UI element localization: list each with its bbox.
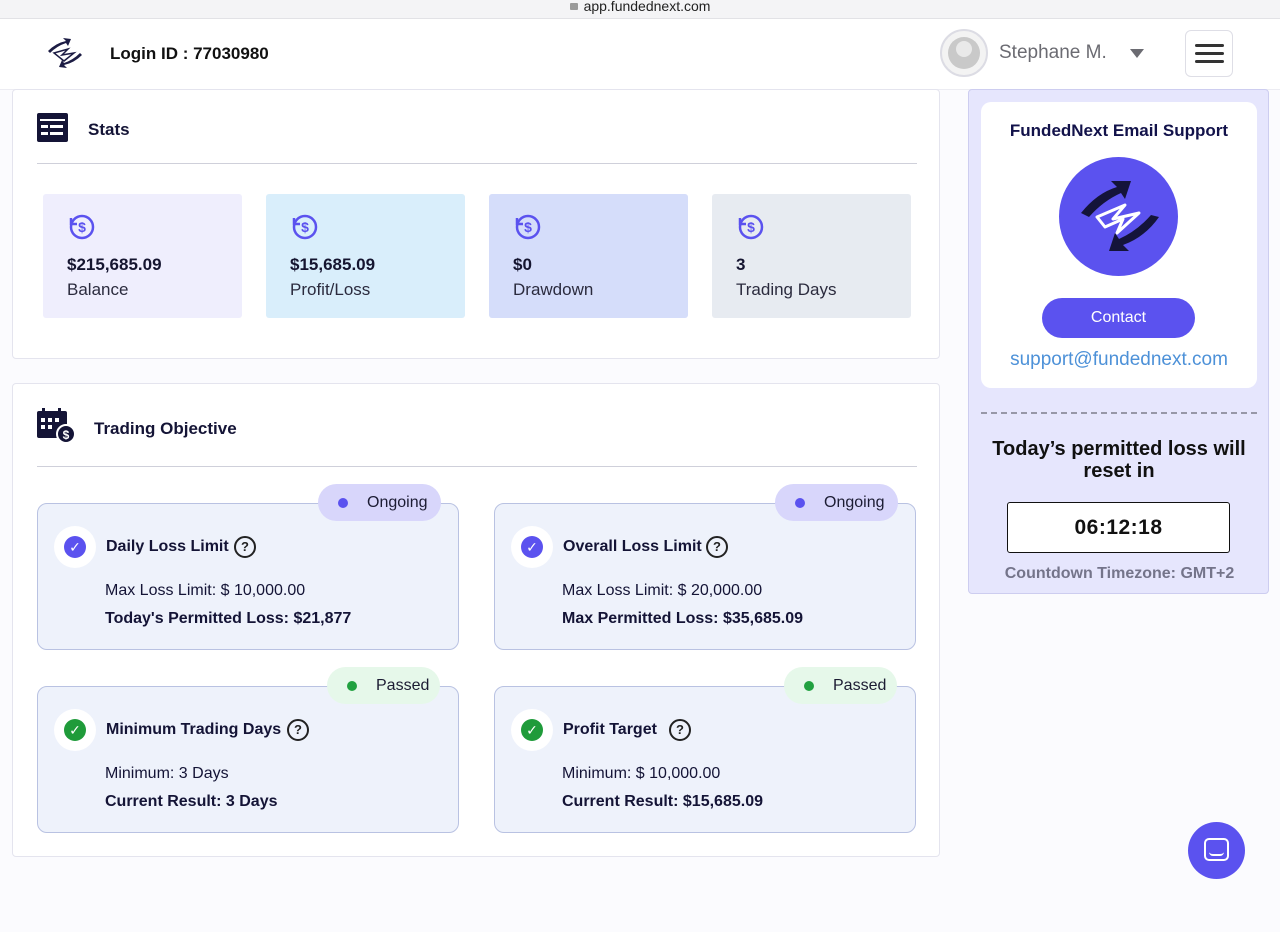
countdown-timer: 06:12:18 xyxy=(1007,502,1230,553)
check-icon: ✓ xyxy=(64,536,86,558)
divider xyxy=(37,466,917,467)
objective-title: Overall Loss Limit xyxy=(563,538,702,555)
support-title: FundedNext Email Support xyxy=(1009,121,1229,140)
url-text: app.fundednext.com xyxy=(583,0,711,14)
svg-text:$: $ xyxy=(301,219,309,235)
divider xyxy=(37,163,917,164)
help-icon[interactable]: ? xyxy=(287,719,309,741)
objective-line-2: Current Result: $15,685.09 xyxy=(562,793,763,810)
stat-value: $215,685.09 xyxy=(67,255,162,274)
objective-title: Daily Loss Limit xyxy=(106,538,229,555)
stats-card: Stats $ $215,685.09 Balance $ $15,685.09… xyxy=(12,89,940,359)
menu-button[interactable] xyxy=(1185,30,1233,77)
objective-overall-loss-limit: ✓ Overall Loss Limit ? Max Loss Limit: $… xyxy=(494,503,916,650)
contact-button[interactable]: Contact xyxy=(1042,298,1195,338)
dollar-refresh-icon: $ xyxy=(292,214,318,240)
check-icon: ✓ xyxy=(521,719,543,741)
dollar-refresh-icon: $ xyxy=(738,214,764,240)
status-badge: Ongoing xyxy=(775,484,898,521)
svg-text:$: $ xyxy=(78,219,86,235)
objective-title: Profit Target xyxy=(563,721,657,738)
help-icon[interactable]: ? xyxy=(234,536,256,558)
svg-text:$: $ xyxy=(524,219,532,235)
login-id: Login ID : 77030980 xyxy=(110,44,269,63)
calendar-dollar-icon: $ xyxy=(37,408,75,443)
objective-title: Minimum Trading Days xyxy=(106,721,282,738)
objective-line-2: Current Result: 3 Days xyxy=(105,793,278,810)
support-panel: FundedNext Email Support Contact support… xyxy=(968,89,1269,594)
stat-value: $0 xyxy=(513,255,532,274)
user-name[interactable]: Stephane M. xyxy=(999,42,1107,64)
chat-icon xyxy=(1204,838,1229,861)
stat-tile-profit-loss: $ $15,685.09 Profit/Loss xyxy=(266,194,465,318)
chat-button[interactable] xyxy=(1188,822,1245,879)
status-badge: Passed xyxy=(784,667,897,704)
support-email-link[interactable]: support@fundednext.com xyxy=(981,349,1257,371)
stat-tile-drawdown: $ $0 Drawdown xyxy=(489,194,688,318)
stat-label: Drawdown xyxy=(513,280,594,299)
dollar-refresh-icon: $ xyxy=(69,214,95,240)
status-badge: Passed xyxy=(327,667,440,704)
email-support-box: FundedNext Email Support Contact support… xyxy=(981,102,1257,388)
objective-line-1: Minimum: 3 Days xyxy=(105,765,229,782)
stat-value: $15,685.09 xyxy=(290,255,376,274)
objective-daily-loss-limit: ✓ Daily Loss Limit ? Max Loss Limit: $ 1… xyxy=(37,503,459,650)
check-icon: ✓ xyxy=(64,719,86,741)
stat-tile-balance: $ $215,685.09 Balance xyxy=(43,194,242,318)
objective-line-2: Max Permitted Loss: $35,685.09 xyxy=(562,610,804,627)
objective-line-1: Max Loss Limit: $ 10,000.00 xyxy=(105,582,306,599)
chevron-down-icon[interactable] xyxy=(1130,49,1144,58)
fundednext-logo[interactable] xyxy=(44,35,86,71)
check-icon: ✓ xyxy=(521,536,543,558)
stats-icon xyxy=(37,113,68,142)
objective-profit-target: ✓ Profit Target ? Minimum: $ 10,000.00 C… xyxy=(494,686,916,833)
avatar[interactable] xyxy=(940,29,988,77)
url-bar[interactable]: app.fundednext.com xyxy=(0,0,1280,19)
dollar-refresh-icon: $ xyxy=(515,214,541,240)
stat-label: Balance xyxy=(67,280,129,299)
stat-tile-trading-days: $ 3 Trading Days xyxy=(712,194,911,318)
top-header: Login ID : 77030980 Stephane M. xyxy=(0,19,1280,90)
status-badge: Ongoing xyxy=(318,484,441,521)
stat-label: Profit/Loss xyxy=(290,280,371,299)
objective-line-1: Minimum: $ 10,000.00 xyxy=(562,765,721,782)
help-icon[interactable]: ? xyxy=(706,536,728,558)
dashed-divider xyxy=(981,412,1257,414)
objective-line-2: Today's Permitted Loss: $21,877 xyxy=(105,610,352,627)
objective-minimum-trading-days: ✓ Minimum Trading Days ? Minimum: 3 Days… xyxy=(37,686,459,833)
countdown-timezone: Countdown Timezone: GMT+2 xyxy=(1004,565,1235,582)
stat-label: Trading Days xyxy=(736,280,837,299)
fundednext-logo xyxy=(1059,157,1178,276)
objective-line-1: Max Loss Limit: $ 20,000.00 xyxy=(562,582,763,599)
stat-value: 3 xyxy=(736,255,746,274)
stats-title: Stats xyxy=(88,120,130,139)
svg-text:$: $ xyxy=(63,428,70,442)
reset-text: Today’s permitted loss will reset in xyxy=(992,438,1246,482)
svg-text:$: $ xyxy=(747,219,755,235)
help-icon[interactable]: ? xyxy=(669,719,691,741)
lock-icon xyxy=(569,3,578,10)
trading-objective-card: $ Trading Objective ✓ Daily Loss Limit ?… xyxy=(12,383,940,857)
trading-objective-title: Trading Objective xyxy=(94,419,237,438)
